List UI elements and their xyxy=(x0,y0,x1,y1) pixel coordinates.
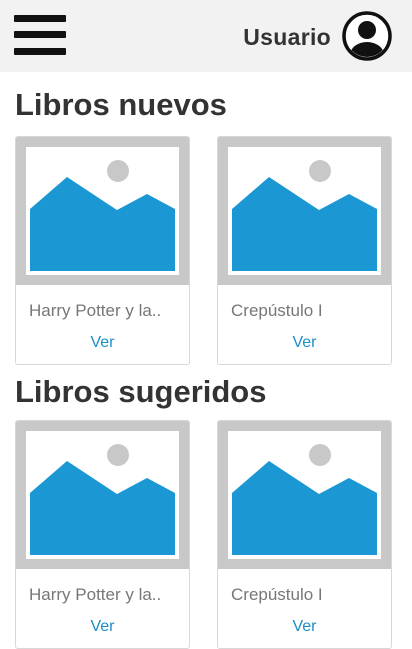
view-book-link[interactable]: Ver xyxy=(218,334,391,352)
book-title: Harry Potter y la.. xyxy=(29,301,162,320)
book-card[interactable]: Harry Potter y la.. Ver xyxy=(15,136,190,365)
app-header: Usuario xyxy=(0,0,412,72)
view-book-link[interactable]: Ver xyxy=(218,618,391,636)
hamburger-menu-icon[interactable] xyxy=(14,14,66,58)
book-title: Crepústulo I xyxy=(231,301,323,320)
image-placeholder-icon xyxy=(218,137,391,285)
image-placeholder-icon xyxy=(16,137,189,285)
view-book-link[interactable]: Ver xyxy=(16,334,189,352)
book-card[interactable]: Harry Potter y la.. Ver xyxy=(15,420,190,649)
user-name-label[interactable]: Usuario xyxy=(243,24,331,51)
book-card[interactable]: Crepústulo I Ver xyxy=(217,136,392,365)
section-title-suggested-books: Libros sugeridos xyxy=(15,374,267,409)
view-book-link[interactable]: Ver xyxy=(16,618,189,636)
section-title-new-books: Libros nuevos xyxy=(15,87,227,122)
user-avatar-icon[interactable] xyxy=(342,11,392,61)
book-card[interactable]: Crepústulo I Ver xyxy=(217,420,392,649)
image-placeholder-icon xyxy=(16,421,189,569)
book-title: Harry Potter y la.. xyxy=(29,585,162,604)
book-title: Crepústulo I xyxy=(231,585,323,604)
image-placeholder-icon xyxy=(218,421,391,569)
